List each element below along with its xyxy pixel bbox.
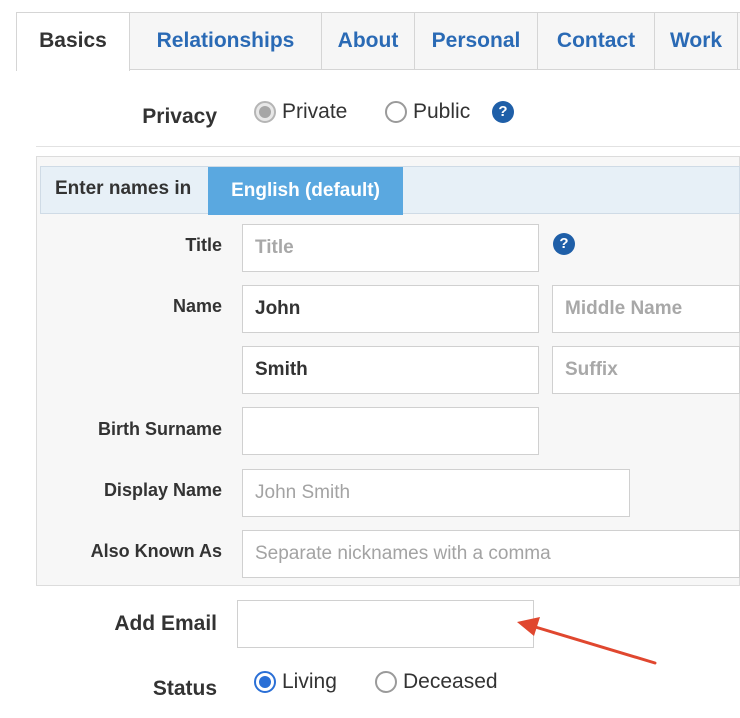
first-name-input[interactable] xyxy=(242,285,539,333)
tab-relationships[interactable]: Relationships xyxy=(129,12,322,69)
privacy-public-label: Public xyxy=(413,100,471,123)
last-name-input[interactable] xyxy=(242,346,539,394)
language-tab-english[interactable]: English (default) xyxy=(208,167,403,215)
tab-about[interactable]: About xyxy=(321,12,415,69)
privacy-public-radio[interactable]: Public xyxy=(385,99,470,125)
also-known-as-label: Also Known As xyxy=(90,541,222,561)
add-email-label: Add Email xyxy=(114,612,217,635)
title-label: Title xyxy=(185,235,222,255)
privacy-private-label: Private xyxy=(282,100,348,123)
privacy-private-radio[interactable]: Private xyxy=(254,99,347,125)
title-input[interactable] xyxy=(242,224,539,272)
privacy-label: Privacy xyxy=(142,105,217,128)
name-label: Name xyxy=(172,296,222,316)
profile-tab-bar: Basics Relationships About Personal Cont… xyxy=(16,12,740,71)
middle-name-input[interactable] xyxy=(552,285,740,333)
title-help-icon[interactable]: ? xyxy=(553,233,575,255)
display-name-label: Display Name xyxy=(103,480,222,500)
birth-surname-label: Birth Surname xyxy=(97,419,222,439)
birth-surname-input[interactable] xyxy=(242,407,539,455)
status-living-label: Living xyxy=(282,670,337,693)
display-name-input[interactable] xyxy=(242,469,630,517)
status-label: Status xyxy=(152,677,217,700)
radio-selected-icon xyxy=(254,101,276,123)
also-known-as-input[interactable] xyxy=(242,530,740,578)
enter-names-label: Enter names in xyxy=(55,178,192,199)
privacy-help-icon[interactable]: ? xyxy=(492,101,514,123)
status-deceased-label: Deceased xyxy=(403,670,498,693)
email-input[interactable] xyxy=(237,600,534,648)
section-divider xyxy=(36,146,740,147)
radio-selected-icon xyxy=(254,671,276,693)
tab-personal[interactable]: Personal xyxy=(414,12,538,69)
radio-unselected-icon xyxy=(375,671,397,693)
tab-contact[interactable]: Contact xyxy=(537,12,655,69)
radio-unselected-icon xyxy=(385,101,407,123)
tab-work[interactable]: Work xyxy=(654,12,738,69)
status-deceased-radio[interactable]: Deceased xyxy=(375,669,498,695)
status-living-radio[interactable]: Living xyxy=(254,669,337,695)
tab-basics[interactable]: Basics xyxy=(16,12,130,71)
suffix-input[interactable] xyxy=(552,346,740,394)
